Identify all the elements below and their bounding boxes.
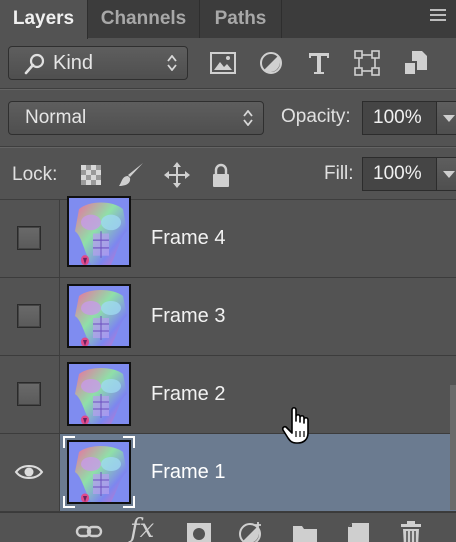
adjustment-filter-icon[interactable] bbox=[256, 48, 286, 78]
visibility-toggle[interactable] bbox=[0, 434, 60, 511]
layer-name[interactable]: Frame 2 bbox=[151, 356, 225, 433]
visibility-toggle[interactable] bbox=[0, 278, 60, 355]
layer-row[interactable]: Frame 3 bbox=[0, 278, 456, 356]
torso-thumbnail-image bbox=[69, 198, 129, 265]
layer-thumbnail bbox=[67, 362, 131, 426]
adjustment-layer-icon[interactable] bbox=[236, 518, 266, 542]
image-filter-icon[interactable] bbox=[208, 48, 238, 78]
fx-icon[interactable]: fx bbox=[130, 514, 154, 542]
new-layer-icon[interactable] bbox=[344, 518, 374, 542]
layer-name[interactable]: Frame 1 bbox=[151, 434, 225, 511]
selection-brackets-icon bbox=[63, 436, 135, 508]
panel-menu-icon[interactable] bbox=[426, 6, 450, 30]
shape-filter-icon[interactable] bbox=[352, 48, 382, 78]
new-group-icon[interactable] bbox=[290, 518, 320, 542]
chevron-updown-icon bbox=[243, 110, 253, 126]
tab-layers[interactable]: Layers bbox=[0, 0, 88, 39]
type-filter-icon[interactable] bbox=[304, 48, 334, 78]
eye-icon[interactable] bbox=[14, 462, 44, 482]
fill-dropdown-button[interactable] bbox=[436, 157, 456, 191]
chevron-updown-icon bbox=[167, 55, 177, 71]
layer-row[interactable]: Frame 2 bbox=[0, 356, 456, 434]
layer-thumbnail bbox=[67, 196, 131, 267]
hand-cursor-icon bbox=[281, 406, 309, 444]
filter-kind-label: Kind bbox=[53, 52, 94, 74]
blend-mode-label: Normal bbox=[25, 107, 87, 128]
panel-tab-bar: Layers Channels Paths bbox=[0, 0, 456, 39]
opacity-input[interactable]: 100% bbox=[362, 101, 438, 135]
blend-mode-select[interactable]: Normal bbox=[8, 101, 264, 135]
visibility-toggle[interactable] bbox=[0, 356, 60, 433]
visibility-off-box[interactable] bbox=[17, 304, 41, 328]
lock-all-icon[interactable] bbox=[206, 160, 236, 190]
visibility-off-box[interactable] bbox=[17, 382, 41, 406]
lock-position-icon[interactable] bbox=[162, 160, 192, 190]
divider bbox=[0, 147, 456, 148]
layer-thumbnail bbox=[67, 284, 131, 348]
search-icon bbox=[24, 53, 45, 75]
lock-image-icon[interactable] bbox=[116, 160, 146, 190]
fill-label: Fill: bbox=[324, 163, 354, 184]
layer-row[interactable]: Frame 4 bbox=[0, 196, 456, 278]
link-layers-icon[interactable] bbox=[74, 518, 104, 542]
filter-kind-select[interactable]: Kind bbox=[8, 46, 188, 80]
layers-bottom-toolbar: fx bbox=[0, 512, 456, 542]
layer-name[interactable]: Frame 4 bbox=[151, 200, 225, 277]
opacity-dropdown-button[interactable] bbox=[436, 101, 456, 135]
layer-row-selected[interactable]: Frame 1 bbox=[0, 434, 456, 512]
delete-layer-icon[interactable] bbox=[396, 518, 426, 542]
torso-thumbnail-image bbox=[69, 364, 129, 424]
lock-label: Lock: bbox=[12, 164, 58, 185]
fill-input[interactable]: 100% bbox=[362, 157, 438, 191]
smart-object-filter-icon[interactable] bbox=[400, 48, 430, 78]
tab-channels[interactable]: Channels bbox=[88, 0, 200, 38]
visibility-off-box[interactable] bbox=[17, 226, 41, 250]
opacity-label: Opacity: bbox=[281, 106, 351, 127]
layer-name[interactable]: Frame 3 bbox=[151, 278, 225, 355]
lock-transparent-icon[interactable] bbox=[76, 160, 106, 190]
divider bbox=[0, 89, 456, 90]
add-mask-icon[interactable] bbox=[184, 518, 214, 542]
torso-thumbnail-image bbox=[69, 286, 129, 346]
tab-paths[interactable]: Paths bbox=[200, 0, 282, 38]
visibility-toggle[interactable] bbox=[0, 200, 60, 277]
scrollbar-thumb[interactable] bbox=[450, 385, 456, 510]
